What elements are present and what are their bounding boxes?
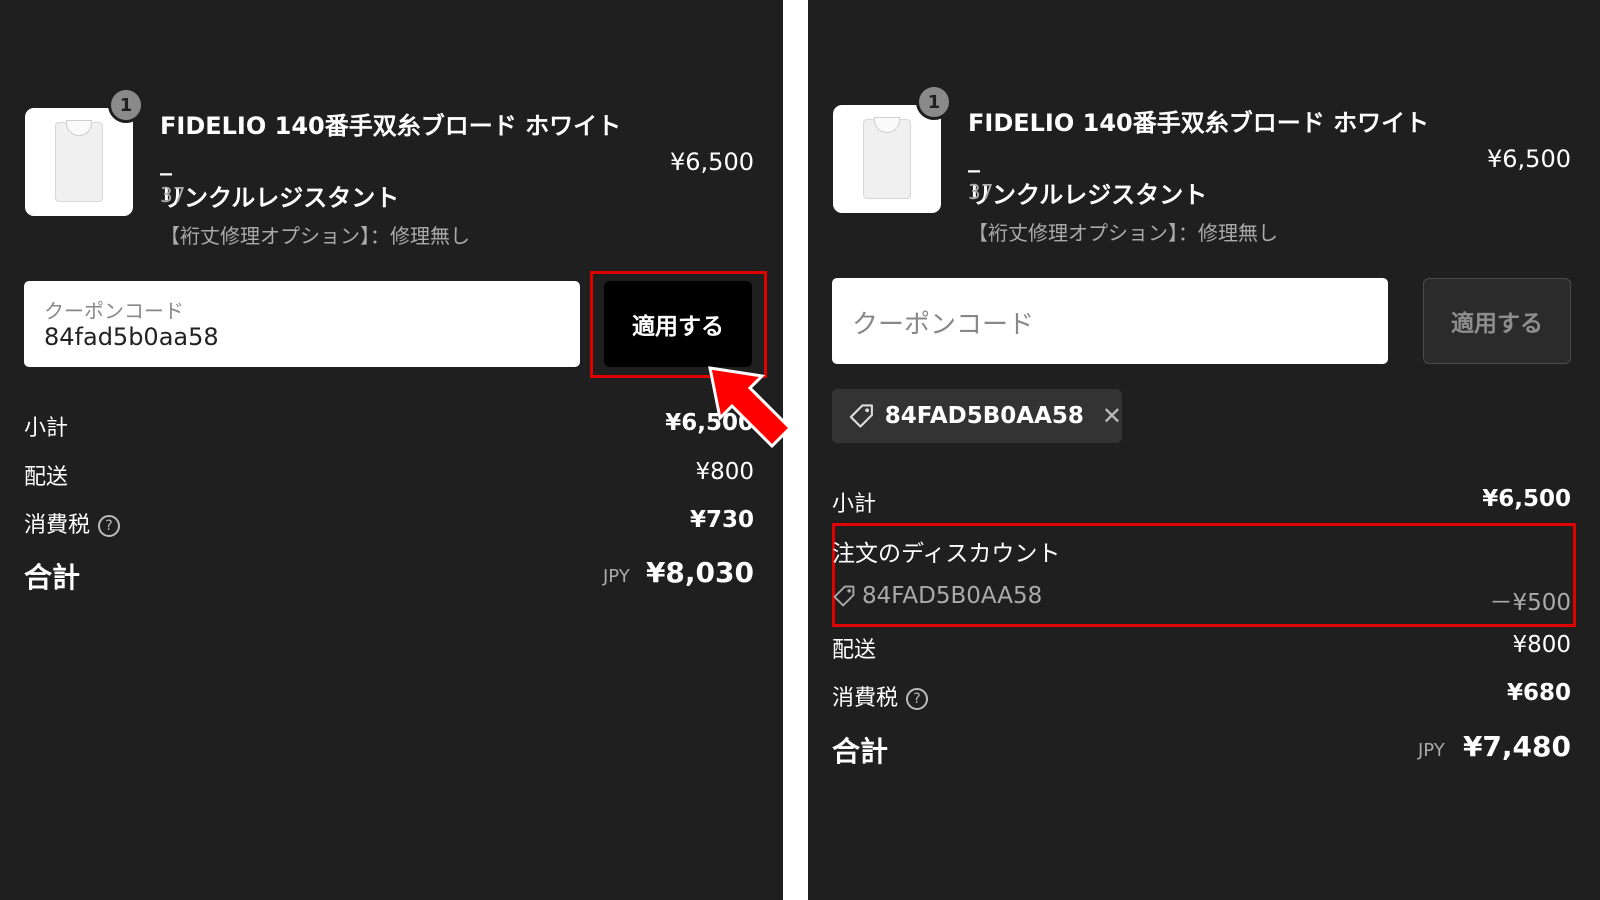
coupon-input-placeholder: クーポンコード [852, 310, 1035, 340]
subtotal-label: 小計 [24, 416, 69, 441]
cart-panel-after: 1 FIDELIO 140番手双糸ブロード ホワイト_ リンクルレジスタント ¥… [808, 0, 1600, 900]
tax-value: ¥730 [689, 507, 754, 533]
product-option: 【裄丈修理オプション】：修理無し [968, 221, 1278, 245]
product-price: ¥6,500 [670, 148, 754, 176]
cart-panel-before: 1 FIDELIO 140番手双糸ブロード ホワイト_ リンクルレジスタント ¥… [0, 0, 783, 900]
product-name: FIDELIO 140番手双糸ブロード ホワイト_ リンクルレジスタント [160, 108, 630, 216]
help-icon[interactable]: ? [906, 688, 929, 710]
applied-coupon-chip: 84FAD5B0AA58 ✕ [832, 389, 1122, 443]
apply-coupon-button[interactable]: 適用する [604, 281, 752, 367]
discount-value: －¥500 [1489, 590, 1571, 616]
shipping-value: ¥800 [1512, 632, 1571, 658]
coupon-input[interactable]: クーポンコード 84fad5b0aa58 [24, 281, 580, 367]
close-icon[interactable]: ✕ [1102, 402, 1122, 430]
discount-code: 84FAD5B0AA58 [862, 583, 1043, 609]
product-name-line2: リンクルレジスタント [160, 184, 400, 212]
applied-coupon-code: 84FAD5B0AA58 [884, 403, 1084, 429]
shipping-value: ¥800 [695, 459, 754, 485]
currency-label: JPY [603, 566, 630, 587]
tag-icon [849, 404, 873, 428]
tax-label: 消費税 [832, 686, 899, 711]
coupon-input-label: クーポンコード [44, 299, 184, 323]
currency-label: JPY [1418, 740, 1445, 761]
coupon-input[interactable]: クーポンコード [832, 278, 1388, 364]
total-value: ¥7,480 [1462, 730, 1571, 763]
product-option: 【裄丈修理オプション】：修理無し [160, 224, 470, 248]
tax-label: 消費税 [24, 513, 91, 538]
tax-row: 消費税? [24, 507, 121, 539]
product-thumbnail[interactable] [833, 105, 941, 213]
shipping-label: 配送 [832, 638, 877, 663]
red-arrow-icon [708, 366, 793, 449]
subtotal-label: 小計 [832, 492, 877, 517]
product-variant: 37 [160, 183, 186, 207]
tax-row: 消費税? [832, 680, 929, 712]
total-label: 合計 [832, 735, 889, 768]
apply-coupon-button[interactable]: 適用する [1423, 278, 1571, 364]
discount-code-row: 84FAD5B0AA58 [832, 583, 1042, 609]
discount-title: 注文のディスカウント [832, 541, 1061, 567]
help-icon[interactable]: ? [98, 515, 121, 537]
total-value: ¥8,030 [645, 556, 754, 589]
product-name-line2: リンクルレジスタント [968, 181, 1208, 209]
quantity-badge: 1 [108, 87, 144, 123]
subtotal-value: ¥6,500 [1482, 486, 1571, 512]
product-thumbnail[interactable] [25, 108, 133, 216]
total-label: 合計 [24, 561, 81, 594]
coupon-input-value: 84fad5b0aa58 [44, 323, 219, 351]
product-variant: 37 [968, 180, 994, 204]
quantity-badge: 1 [916, 84, 952, 120]
shipping-label: 配送 [24, 465, 69, 490]
tag-icon [833, 585, 855, 607]
product-price: ¥6,500 [1487, 145, 1571, 173]
product-name-line1: FIDELIO 140番手双糸ブロード ホワイト_ [160, 112, 622, 176]
product-name-line1: FIDELIO 140番手双糸ブロード ホワイト_ [968, 109, 1430, 173]
product-name: FIDELIO 140番手双糸ブロード ホワイト_ リンクルレジスタント [968, 105, 1438, 213]
tax-value: ¥680 [1506, 680, 1571, 706]
